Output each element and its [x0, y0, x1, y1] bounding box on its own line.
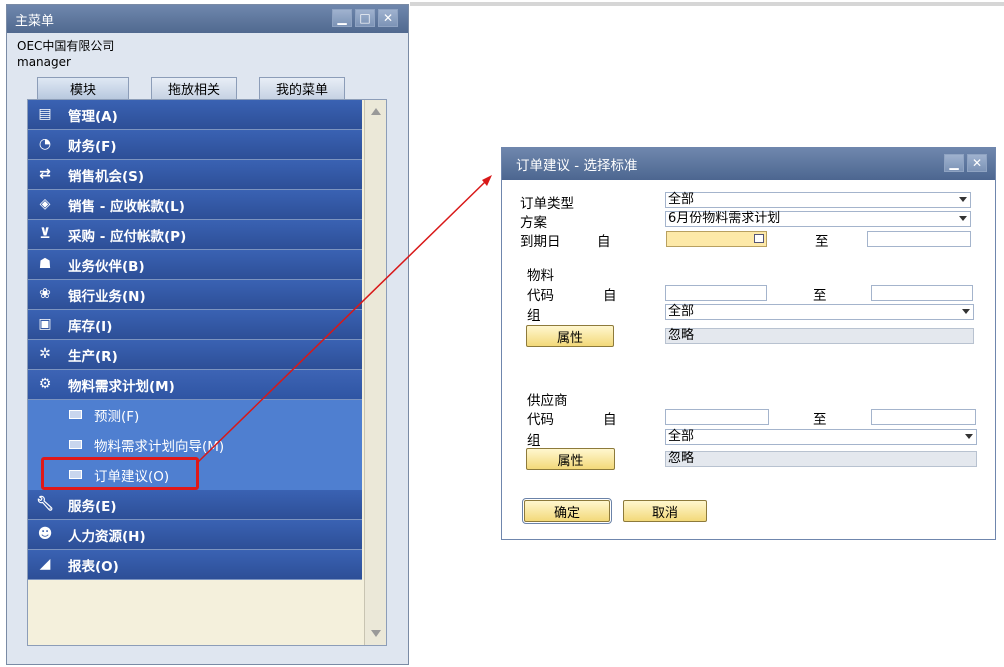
vendor-code-from-input[interactable] — [665, 409, 769, 425]
item-properties-display: 忽略 — [665, 328, 974, 344]
close-icon[interactable]: ✕ — [967, 154, 987, 172]
dialog-titlebar[interactable]: 订单建议 - 选择标准 — [502, 148, 995, 180]
vendor-group-label: 组 — [527, 433, 541, 449]
item-code-from-label: 自 — [603, 288, 617, 304]
dialog-title: 订单建议 - 选择标准 — [516, 158, 638, 174]
vendor-group-select[interactable]: 全部 — [665, 429, 977, 445]
ok-button[interactable]: 确定 — [522, 498, 612, 524]
due-date-to-input[interactable] — [867, 231, 971, 247]
vendor-code-to-label: 至 — [813, 412, 827, 428]
scenario-label: 方案 — [520, 215, 547, 231]
chevron-down-icon[interactable] — [965, 434, 973, 439]
item-properties-value: 忽略 — [668, 328, 695, 343]
vendor-code-to-input[interactable] — [871, 409, 976, 425]
arrow-line — [196, 180, 487, 464]
chevron-down-icon[interactable] — [959, 197, 967, 202]
order-type-select[interactable]: 全部 — [665, 192, 971, 208]
order-type-label: 订单类型 — [520, 196, 574, 212]
scenario-select[interactable]: 6月份物料需求计划 — [665, 211, 971, 227]
due-date-from-input[interactable] — [666, 231, 767, 247]
scenario-value: 6月份物料需求计划 — [668, 211, 781, 226]
vendor-code-label: 代码 — [527, 412, 554, 428]
cancel-button[interactable]: 取消 — [623, 500, 707, 522]
due-date-to-label: 至 — [815, 234, 829, 250]
vendor-section-label: 供应商 — [527, 393, 568, 409]
calendar-icon[interactable] — [754, 234, 764, 243]
item-group-select[interactable]: 全部 — [665, 304, 974, 320]
vendor-group-value: 全部 — [668, 429, 695, 444]
vendor-properties-button[interactable]: 属性 — [526, 448, 615, 470]
item-code-to-label: 至 — [813, 288, 827, 304]
item-code-to-input[interactable] — [871, 285, 973, 301]
order-type-value: 全部 — [668, 192, 695, 207]
vendor-properties-value: 忽略 — [668, 451, 695, 466]
vendor-code-from-label: 自 — [603, 412, 617, 428]
minimize-icon[interactable]: ▁ — [944, 154, 964, 172]
dialog-window-controls: ▁ ✕ — [944, 154, 987, 172]
item-section-label: 物料 — [527, 268, 554, 284]
item-group-label: 组 — [527, 308, 541, 324]
order-recommendation-dialog: 订单建议 - 选择标准 ▁ ✕ 订单类型 全部 方案 6月份物料需求计划 到期日… — [501, 147, 996, 540]
item-properties-button[interactable]: 属性 — [526, 325, 614, 347]
item-code-from-input[interactable] — [665, 285, 767, 301]
vendor-properties-display: 忽略 — [665, 451, 977, 467]
due-date-from-label: 自 — [597, 234, 611, 250]
item-code-label: 代码 — [527, 288, 554, 304]
due-date-label: 到期日 — [520, 234, 561, 250]
chevron-down-icon[interactable] — [959, 216, 967, 221]
chevron-down-icon[interactable] — [962, 309, 970, 314]
item-group-value: 全部 — [668, 304, 695, 319]
